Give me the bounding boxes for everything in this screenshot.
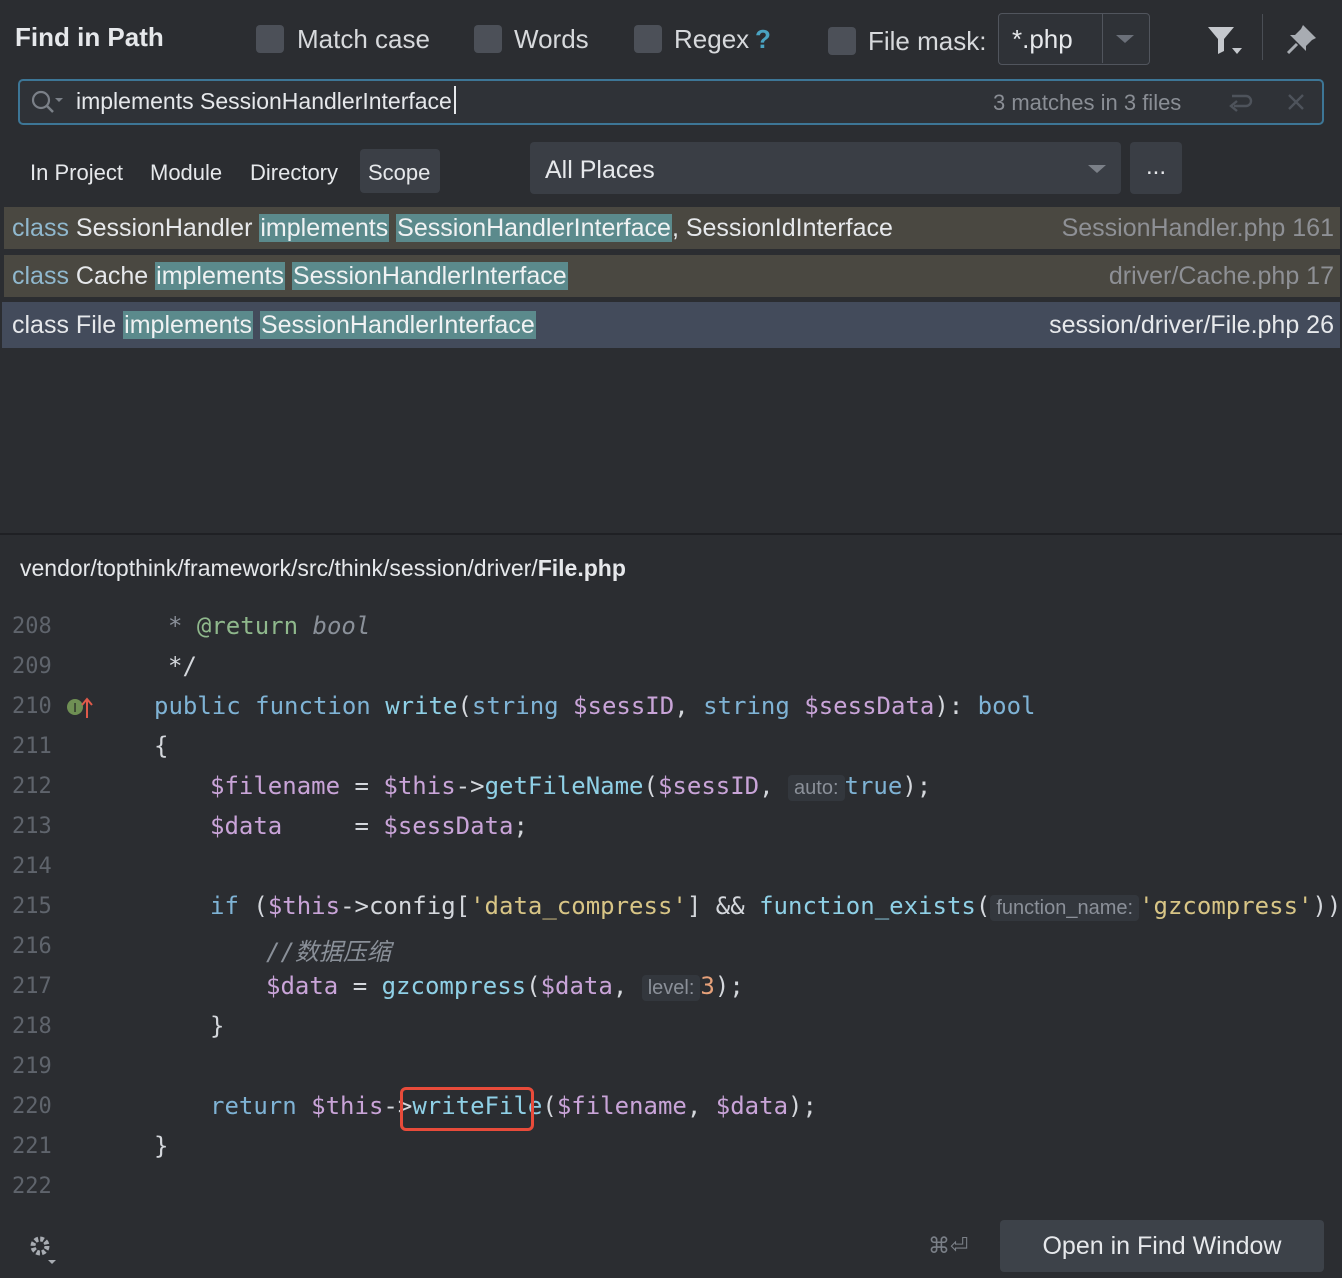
line-number: 221 xyxy=(12,1134,52,1159)
search-input[interactable]: implements SessionHandlerInterface xyxy=(76,88,452,115)
line-number: 211 xyxy=(12,734,52,759)
result-text[interactable]: class File implements SessionHandlerInte… xyxy=(12,311,536,340)
keyboard-shortcut: ⌘⏎ xyxy=(928,1233,969,1258)
tab-in-project[interactable]: In Project xyxy=(30,160,123,186)
code-line: * @return bool xyxy=(168,612,371,640)
result-file[interactable]: session/driver/File.php 26 xyxy=(1049,311,1334,340)
scope-dropdown-value[interactable]: All Places xyxy=(545,156,655,185)
pin-icon[interactable] xyxy=(1285,22,1319,56)
line-number: 219 xyxy=(12,1054,52,1079)
result-text[interactable]: class Cache implements SessionHandlerInt… xyxy=(12,262,568,291)
line-number: 220 xyxy=(12,1094,52,1119)
code-comment: //数据压缩 xyxy=(266,938,391,966)
file-mask-checkbox[interactable] xyxy=(828,27,856,55)
gear-icon[interactable] xyxy=(26,1232,60,1266)
param-hint: function_name: xyxy=(990,895,1140,921)
file-mask-value[interactable]: *.php xyxy=(1012,24,1073,55)
line-number: 217 xyxy=(12,974,52,999)
line-number: 218 xyxy=(12,1014,52,1039)
result-file[interactable]: SessionHandler.php 161 xyxy=(1062,214,1334,243)
svg-text:I: I xyxy=(73,701,77,715)
code-line: $data = $sessData; xyxy=(210,812,528,840)
code-line: { xyxy=(154,732,169,760)
dialog-title: Find in Path xyxy=(15,22,164,52)
code-line: public function write(string $sessID, st… xyxy=(154,692,1036,720)
code-line: $data = gzcompress($data, level: 3); xyxy=(266,972,744,1001)
param-hint: auto: xyxy=(788,775,845,801)
tab-scope[interactable]: Scope xyxy=(368,160,430,186)
match-case-label[interactable]: Match case xyxy=(297,24,430,55)
implements-gutter-icon[interactable]: I xyxy=(66,696,94,720)
chevron-down-icon[interactable] xyxy=(1114,32,1136,46)
clear-icon[interactable] xyxy=(1286,92,1306,112)
code-line: */ xyxy=(168,652,197,680)
result-text[interactable]: class SessionHandler implements SessionH… xyxy=(12,214,893,243)
highlight-annotation xyxy=(400,1087,534,1131)
more-button[interactable]: ... xyxy=(1130,142,1182,194)
words-label[interactable]: Words xyxy=(514,24,589,55)
code-line: $filename = $this->getFileName($sessID, … xyxy=(210,772,932,801)
line-number: 209 xyxy=(12,654,52,679)
text-caret xyxy=(454,86,456,114)
result-file[interactable]: driver/Cache.php 17 xyxy=(1109,262,1334,291)
line-number: 214 xyxy=(12,854,52,879)
match-case-checkbox[interactable] xyxy=(256,25,284,53)
new-line-icon[interactable] xyxy=(1228,90,1254,114)
line-number: 216 xyxy=(12,934,52,959)
line-number: 215 xyxy=(12,894,52,919)
line-number: 210 xyxy=(12,694,52,719)
open-in-find-window-button[interactable]: Open in Find Window xyxy=(1000,1220,1324,1272)
results-list xyxy=(0,202,1342,532)
tab-directory[interactable]: Directory xyxy=(250,160,338,186)
code-line: } xyxy=(154,1132,169,1160)
line-number: 212 xyxy=(12,774,52,799)
search-icon[interactable] xyxy=(30,89,64,115)
chevron-down-icon[interactable] xyxy=(1086,162,1108,176)
match-count: 3 matches in 3 files xyxy=(993,90,1182,115)
filter-icon[interactable] xyxy=(1206,24,1244,58)
file-mask-separator xyxy=(1102,14,1103,63)
toolbar-separator xyxy=(1262,14,1263,60)
regex-checkbox[interactable] xyxy=(634,25,662,53)
regex-help-icon[interactable]: ? xyxy=(755,24,771,55)
line-number: 208 xyxy=(12,614,52,639)
regex-label[interactable]: Regex xyxy=(674,24,749,55)
code-line: if ($this->config['data_compress'] && fu… xyxy=(210,892,1342,921)
code-line: } xyxy=(210,1012,225,1040)
line-number: 213 xyxy=(12,814,52,839)
file-mask-label[interactable]: File mask: xyxy=(868,26,986,57)
line-number: 222 xyxy=(12,1174,52,1199)
tab-module[interactable]: Module xyxy=(150,160,222,186)
words-checkbox[interactable] xyxy=(474,25,502,53)
preview-file-path: vendor/topthink/framework/src/think/sess… xyxy=(20,555,626,581)
param-hint: level: xyxy=(641,975,701,1001)
